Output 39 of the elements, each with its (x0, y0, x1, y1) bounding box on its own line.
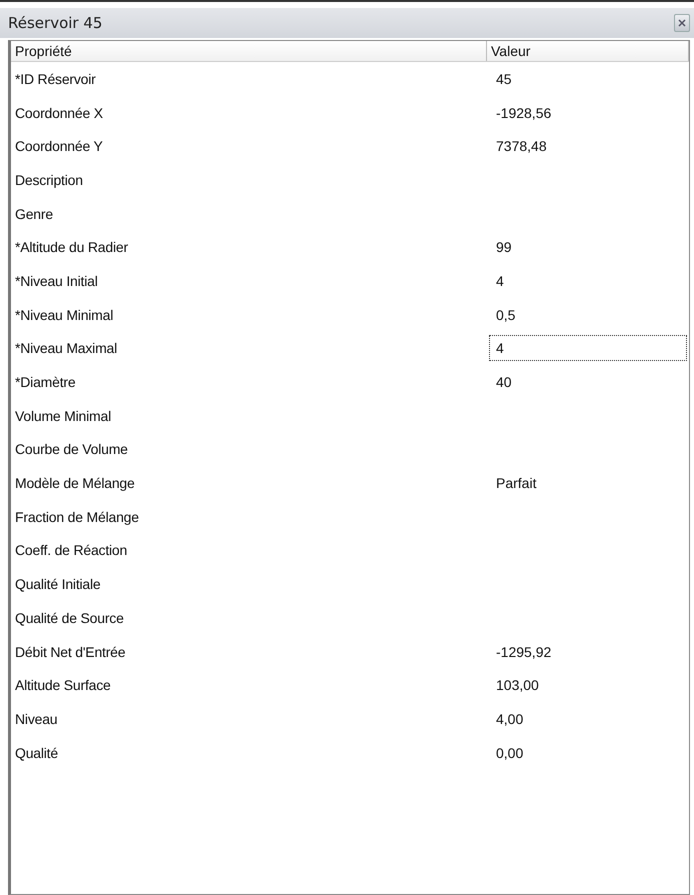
property-name: Qualité Initiale (14, 576, 102, 592)
property-value: Parfait (495, 474, 538, 494)
close-icon (678, 19, 686, 27)
property-name: *Diamètre (14, 374, 76, 390)
window-title: Réservoir 45 (8, 14, 102, 32)
property-name: Fraction de Mélange (14, 508, 140, 525)
close-button[interactable] (674, 14, 690, 32)
property-name: Modèle de Mélange (14, 475, 136, 492)
property-value: 4 (495, 272, 505, 291)
column-header[interactable]: Propriété (11, 41, 487, 61)
property-value: 99 (495, 238, 513, 258)
property-name: Qualité de Source (14, 610, 125, 626)
property-name: Courbe de Volume (14, 441, 129, 458)
property-name: Genre (14, 206, 54, 222)
property-name: Volume Minimal (14, 408, 112, 424)
property-name: Débit Net d'Entrée (14, 644, 126, 660)
property-name: *Niveau Maximal (14, 340, 118, 356)
property-value: 45 (495, 70, 513, 89)
property-name: Coordonnée X (14, 104, 104, 121)
property-name: *Altitude du Radier (14, 239, 129, 256)
value-field[interactable]: 4 (489, 335, 687, 362)
property-name: Altitude Surface (14, 677, 112, 694)
property-name: Qualité (14, 744, 59, 761)
property-name: *Niveau Minimal (14, 306, 114, 323)
property-name: *ID Réservoir (14, 70, 97, 87)
property-value: -1928,56 (495, 104, 552, 123)
property-name: Niveau (14, 710, 58, 727)
property-value: -1295,92 (495, 642, 552, 662)
property-name: Coeff. de Réaction (14, 542, 128, 558)
property-value: 103,00 (495, 676, 540, 696)
property-value: 7378,48 (495, 137, 548, 156)
column-header[interactable]: Valeur (487, 41, 689, 61)
property-name: Description (14, 172, 84, 188)
property-value: 0,5 (495, 306, 516, 325)
property-value: 4,00 (495, 710, 524, 729)
property-name: *Niveau Initial (14, 272, 99, 289)
property-name: Coordonnée Y (14, 138, 104, 154)
property-value: 40 (495, 373, 513, 392)
property-value: 0,00 (495, 744, 524, 763)
